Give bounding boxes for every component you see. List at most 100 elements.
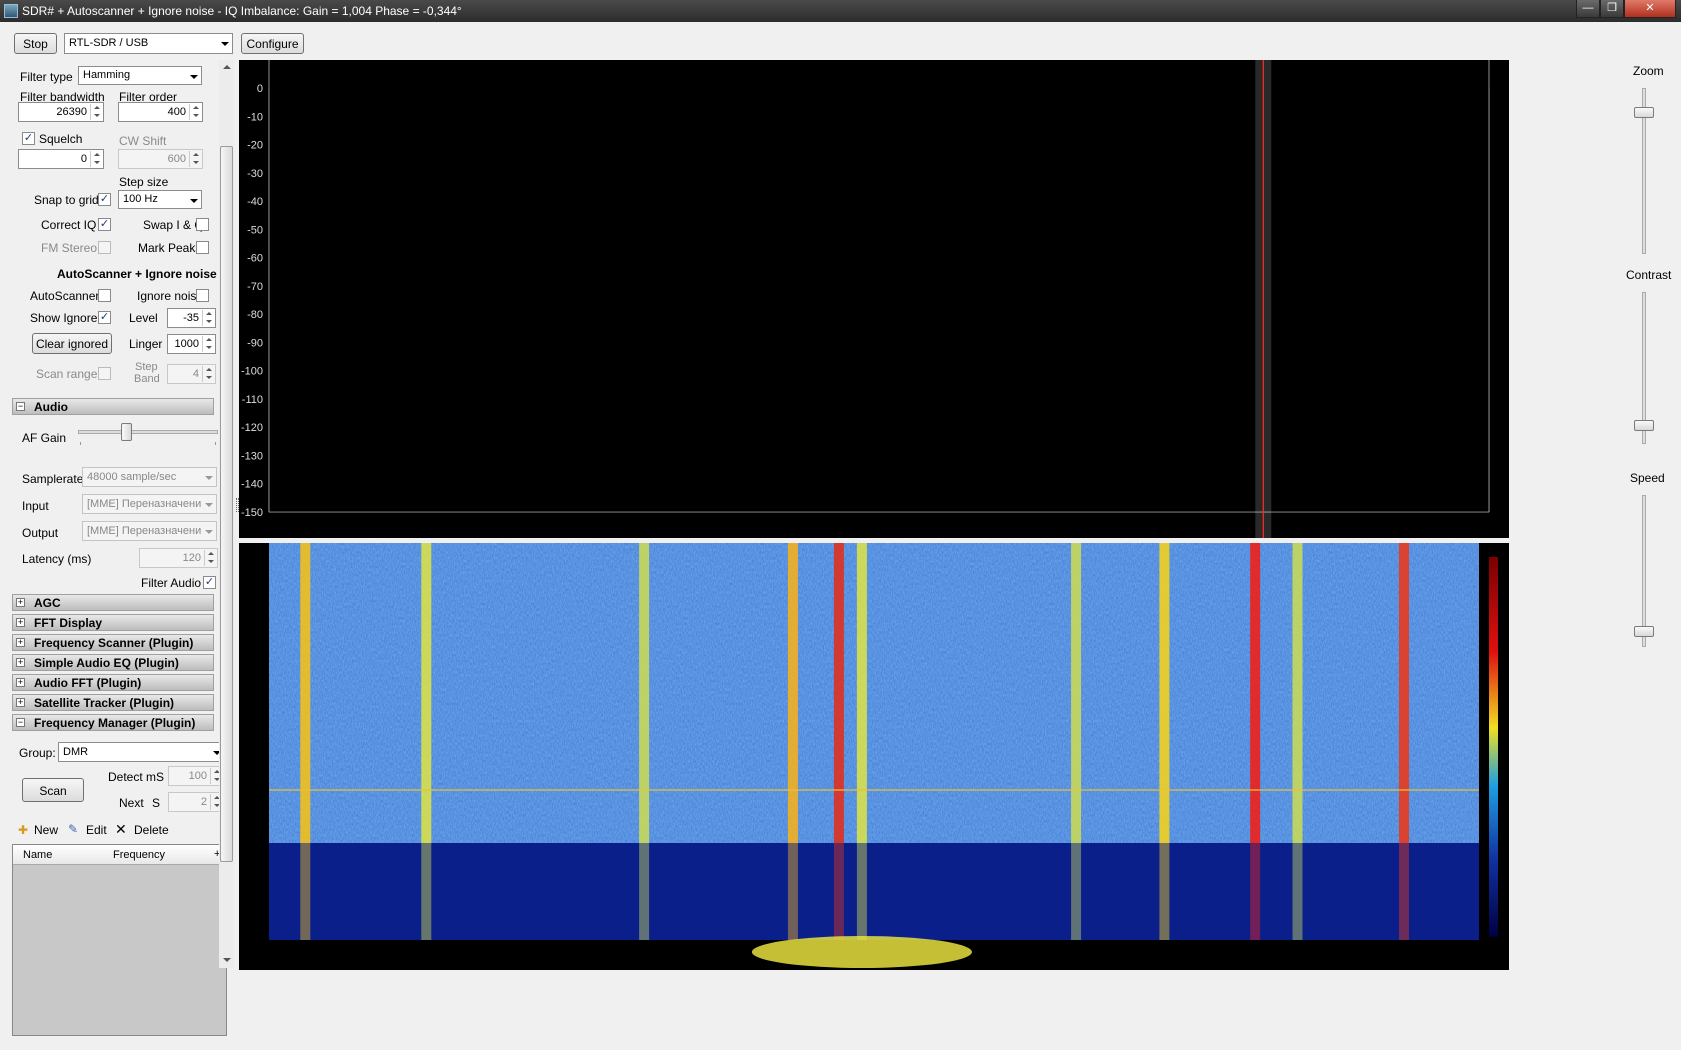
filter-audio-label: Filter Audio (141, 576, 202, 590)
section-simple-audio-eq[interactable]: + Simple Audio EQ (Plugin) (12, 654, 214, 671)
frequency-list[interactable]: Name Frequency + (12, 844, 227, 1036)
minimize-button[interactable]: — (1576, 0, 1600, 18)
spinner-icon[interactable] (90, 151, 102, 167)
stop-button[interactable]: Stop (14, 33, 57, 54)
device-select[interactable]: RTL-SDR / USB (64, 33, 233, 54)
filter-bandwidth-value: 26390 (56, 106, 87, 118)
new-button[interactable]: New (34, 823, 58, 837)
scroll-down-icon[interactable] (223, 958, 231, 962)
waterfall-signal-trace (856, 543, 867, 843)
latency-label: Latency (ms) (22, 552, 92, 566)
speed-thumb[interactable] (1634, 625, 1654, 637)
samplerate-label: Samplerate (22, 472, 84, 486)
app-icon (4, 4, 18, 18)
maximize-button[interactable]: ❐ (1600, 0, 1624, 18)
af-gain-ticks (80, 442, 216, 445)
detect-input[interactable]: 100 (168, 766, 224, 786)
spectrum-trace (269, 0, 1489, 512)
collapse-icon: − (16, 717, 25, 727)
scan-button[interactable]: Scan (22, 778, 84, 802)
group-select[interactable]: DMR (58, 742, 225, 762)
scrollbar-thumb[interactable] (220, 146, 233, 862)
left-panel-scrollbar[interactable] (219, 60, 234, 968)
fm-stereo-checkbox[interactable] (98, 241, 111, 254)
section-agc-label: AGC (34, 596, 61, 610)
af-gain-track[interactable] (78, 430, 218, 434)
section-satellite-tracker[interactable]: + Satellite Tracker (Plugin) (12, 694, 214, 711)
spinner-icon[interactable] (204, 550, 216, 566)
close-button[interactable]: ✕ (1624, 0, 1676, 18)
step-band-input[interactable]: 4 (167, 364, 216, 384)
section-fft-display[interactable]: + FFT Display (12, 614, 214, 631)
af-gain-thumb[interactable] (120, 423, 132, 441)
filter-type-label: Filter type (20, 70, 73, 84)
delete-button[interactable]: Delete (134, 823, 169, 837)
edit-icon: ✎ (68, 822, 79, 836)
mark-peaks-checkbox[interactable] (196, 241, 209, 254)
spinner-icon[interactable] (189, 104, 201, 120)
waterfall-signal-trace (639, 543, 650, 843)
input-select[interactable]: [MME] Переназначени (82, 494, 217, 514)
filter-bandwidth-input[interactable]: 26390 (18, 102, 104, 122)
section-frequency-scanner[interactable]: + Frequency Scanner (Plugin) (12, 634, 214, 651)
configure-button[interactable]: Configure (241, 33, 304, 54)
squelch-value: 0 (80, 153, 87, 165)
spinner-icon[interactable] (202, 366, 214, 382)
edit-button[interactable]: Edit (86, 823, 107, 837)
clear-ignored-button[interactable]: Clear ignored (32, 333, 112, 354)
scan-range-checkbox[interactable] (98, 367, 111, 380)
filter-audio-checkbox[interactable]: ✓ (203, 576, 216, 589)
scan-range-label: Scan range (36, 367, 98, 381)
filter-type-select[interactable]: Hamming (78, 66, 202, 85)
latency-input[interactable]: 120 (139, 548, 218, 568)
cw-shift-input[interactable]: 600 (118, 149, 203, 169)
swap-iq-checkbox[interactable] (196, 218, 209, 231)
waterfall-color-scale (1489, 557, 1498, 937)
spinner-icon[interactable] (189, 151, 201, 167)
spectrum-plot[interactable]: 0 -10 -20 -30 -40 -50 -60 -70 -80 -90 -100 -110 -120… (239, 0, 1509, 538)
waterfall-signal-trace (1159, 543, 1170, 843)
waterfall-signal-trace (833, 543, 844, 843)
ignore-noise-checkbox[interactable] (196, 289, 209, 302)
detect-label: Detect mS (108, 770, 165, 784)
window-title: SDR# + Autoscanner + Ignore noise - IQ I… (22, 4, 462, 18)
db-tick-label: -50 (247, 224, 263, 236)
speed-track[interactable] (1642, 495, 1646, 647)
section-agc[interactable]: + AGC (12, 594, 214, 611)
output-select[interactable]: [MME] Переназначени (82, 521, 217, 541)
step-size-select[interactable]: 100 Hz (118, 190, 202, 209)
spinner-icon[interactable] (90, 104, 102, 120)
linger-input[interactable]: 1000 (167, 334, 216, 354)
section-frequency-manager[interactable]: − Frequency Manager (Plugin) (12, 714, 214, 731)
waterfall-display[interactable] (239, 543, 1509, 970)
contrast-thumb[interactable] (1634, 419, 1654, 431)
waterfall-plot[interactable] (239, 543, 1509, 970)
expand-icon: + (16, 677, 25, 687)
scroll-up-icon[interactable] (223, 65, 231, 69)
waterfall-signal-trace-faded (833, 843, 844, 940)
squelch-input[interactable]: 0 (18, 149, 104, 169)
zoom-thumb[interactable] (1634, 106, 1654, 118)
spectrum-analyzer[interactable]: 0 -10 -20 -30 -40 -50 -60 -70 -80 -90 -100 -110 -120… (239, 0, 1509, 538)
section-audio-fft[interactable]: + Audio FFT (Plugin) (12, 674, 214, 691)
show-ignore-checkbox[interactable]: ✓ (98, 311, 111, 324)
waterfall-signal-trace (300, 543, 311, 843)
correct-iq-checkbox[interactable]: ✓ (98, 218, 111, 231)
next-input[interactable]: 2 (168, 792, 224, 812)
spinner-icon[interactable] (202, 310, 214, 326)
squelch-checkbox[interactable]: ✓ (22, 132, 35, 145)
level-input[interactable]: -35 (167, 308, 216, 328)
snap-to-grid-label: Snap to grid (34, 193, 99, 207)
filter-order-input[interactable]: 400 (118, 102, 203, 122)
waterfall-signal-trace (787, 543, 798, 843)
samplerate-select[interactable]: 48000 sample/sec (82, 467, 217, 487)
col-frequency[interactable]: Frequency (113, 849, 165, 861)
spinner-icon[interactable] (202, 336, 214, 352)
autoscanner-checkbox[interactable] (98, 289, 111, 302)
waterfall-signal-trace-faded (787, 843, 798, 940)
snap-to-grid-checkbox[interactable]: ✓ (98, 193, 111, 206)
db-tick-label: -100 (241, 366, 263, 378)
col-name[interactable]: Name (23, 849, 52, 861)
section-audio[interactable]: − Audio (12, 398, 214, 415)
waterfall-signal-trace (1398, 543, 1409, 843)
